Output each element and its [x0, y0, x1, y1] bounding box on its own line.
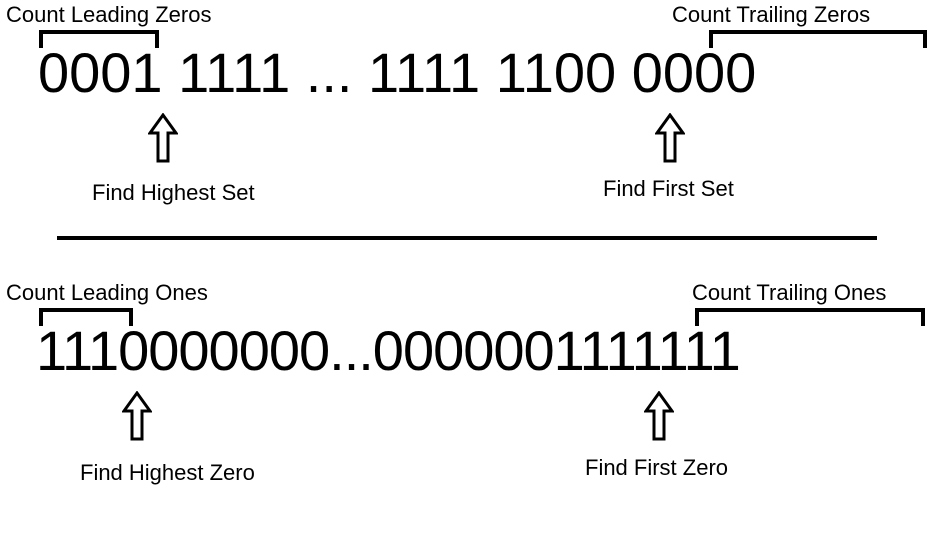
- arrow-highest-zero: [122, 391, 152, 441]
- find-highest-set-label: Find Highest Set: [92, 180, 255, 206]
- bottom-bit-string: 1110000000...0000001111111: [36, 318, 740, 383]
- find-first-set-label: Find First Set: [603, 176, 734, 202]
- arrow-first-set: [655, 113, 685, 163]
- count-leading-ones-label: Count Leading Ones: [6, 280, 208, 306]
- count-leading-zeros-label: Count Leading Zeros: [6, 2, 211, 28]
- top-bit-string: 0001 1111 ... 1111 1100 0000: [38, 40, 756, 105]
- count-trailing-zeros-label: Count Trailing Zeros: [672, 2, 870, 28]
- arrow-highest-set: [148, 113, 178, 163]
- section-divider: [57, 236, 877, 240]
- count-trailing-ones-label: Count Trailing Ones: [692, 280, 886, 306]
- find-highest-zero-label: Find Highest Zero: [80, 460, 255, 486]
- arrow-first-zero: [644, 391, 674, 441]
- find-first-zero-label: Find First Zero: [585, 455, 728, 481]
